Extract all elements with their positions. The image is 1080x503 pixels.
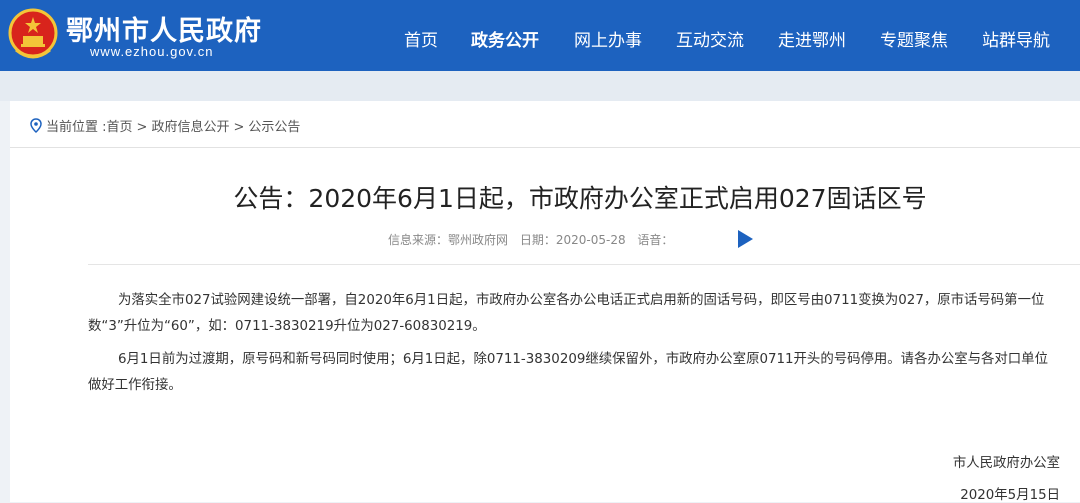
location-pin-icon [30, 118, 42, 133]
article-date: 日期：2020-05-28 [519, 233, 626, 247]
article-paragraph: 为落实全市027试验网建设统一部署，自2020年6月1日起，市政府办公室各办公电… [88, 293, 1045, 334]
signature-org: 市人民政府办公室 [952, 456, 1060, 471]
breadcrumb: 当前位置 :首页 > 政府信息公开 > 公示公告 [30, 116, 300, 135]
breadcrumb-notices[interactable]: 公示公告 [248, 120, 300, 135]
national-emblem-icon [8, 8, 58, 59]
breadcrumb-separator: > [233, 120, 245, 135]
breadcrumb-gov-info[interactable]: 政府信息公开 [151, 120, 229, 135]
nav-home[interactable]: 首页 [404, 26, 438, 51]
article-paragraph: 6月1日前为过渡期，原号码和新号码同时使用；6月1日起，除0711-383020… [88, 352, 1048, 393]
article-body: 为落实全市027试验网建设统一部署，自2020年6月1日起，市政府办公室各办公电… [88, 288, 1058, 406]
article-title: 公告：2020年6月1日起，市政府办公室正式启用027固话区号 [233, 184, 927, 213]
nav-interaction[interactable]: 互动交流 [676, 26, 744, 51]
site-header: 鄂州市人民政府 www.ezhou.gov.cn 首页 政务公开 网上办事 互动… [0, 0, 1080, 71]
breadcrumb-divider [10, 147, 1080, 148]
article-card: 当前位置 :首页 > 政府信息公开 > 公示公告 公告：2020年6月1日起，市政府办公… [10, 101, 1080, 503]
nav-government-affairs[interactable]: 政务公开 [471, 26, 539, 51]
site-title[interactable]: 鄂州市人民政府 [66, 9, 262, 48]
breadcrumb-prefix: 当前位置 : [46, 120, 107, 135]
article-source: 信息来源：鄂州政府网 [388, 233, 509, 247]
nav-online-services[interactable]: 网上办事 [574, 26, 642, 51]
site-url: www.ezhou.gov.cn [90, 44, 214, 59]
nav-special-topics[interactable]: 专题聚焦 [880, 26, 948, 51]
header-band [0, 71, 1080, 101]
article-meta: 信息来源：鄂州政府网 日期：2020-05-28 语音： [388, 231, 681, 248]
breadcrumb-separator: > [136, 120, 148, 135]
meta-divider [88, 264, 1080, 265]
play-audio-icon[interactable] [738, 230, 753, 248]
breadcrumb-home[interactable]: 首页 [107, 120, 133, 135]
signature-date: 2020年5月15日 [960, 488, 1060, 503]
nav-site-group[interactable]: 站群导航 [982, 26, 1050, 51]
nav-about-ezhou[interactable]: 走进鄂州 [778, 26, 846, 51]
voice-label: 语音： [637, 233, 674, 247]
